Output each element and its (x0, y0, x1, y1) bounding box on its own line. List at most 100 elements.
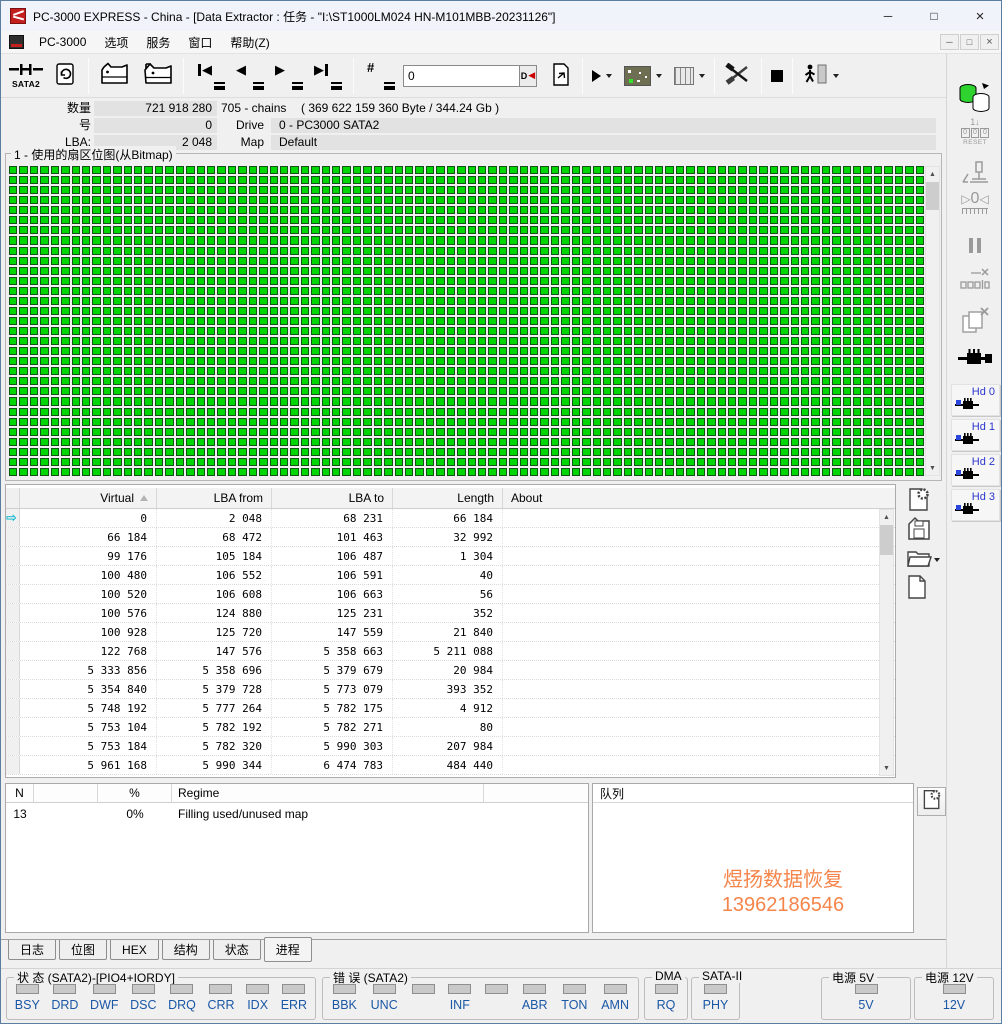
bitmap-cell[interactable] (686, 377, 695, 386)
bitmap-cell[interactable] (602, 387, 612, 396)
bitmap-cell[interactable] (352, 407, 362, 416)
bitmap-cell[interactable] (29, 166, 39, 175)
bitmap-cell[interactable] (279, 387, 289, 396)
bitmap-cell[interactable] (644, 327, 654, 336)
bitmap-cell[interactable] (102, 256, 112, 265)
bitmap-cell[interactable] (790, 347, 799, 356)
bitmap-cell[interactable] (217, 387, 226, 396)
bitmap-cell[interactable] (186, 316, 195, 326)
bitmap-cell[interactable] (467, 437, 476, 446)
bitmap-cell[interactable] (321, 316, 331, 326)
bitmap-cell[interactable] (425, 176, 435, 185)
bitmap-cell[interactable] (81, 357, 91, 366)
bitmap-cell[interactable] (61, 306, 70, 315)
bitmap-cell[interactable] (9, 327, 18, 336)
bitmap-cell[interactable] (81, 166, 91, 175)
bitmap-cell[interactable] (394, 417, 403, 426)
bitmap-cell[interactable] (717, 276, 726, 285)
bitmap-cell[interactable] (300, 427, 310, 436)
bitmap-cell[interactable] (29, 306, 39, 315)
decimal-toggle-button[interactable]: D ◀ (519, 64, 537, 87)
bitmap-cell[interactable] (842, 276, 852, 285)
bitmap-cell[interactable] (477, 467, 487, 476)
bitmap-cell[interactable] (332, 397, 341, 406)
bitmap-cell[interactable] (686, 327, 695, 336)
bitmap-cell[interactable] (300, 387, 310, 396)
bitmap-cell[interactable] (602, 467, 612, 476)
bitmap-cell[interactable] (300, 437, 310, 446)
bitmap-cell[interactable] (873, 236, 883, 245)
bitmap-cell[interactable] (561, 226, 570, 235)
bitmap-cell[interactable] (50, 337, 60, 346)
bitmap-cell[interactable] (623, 306, 633, 315)
bitmap-cell[interactable] (144, 437, 153, 446)
bitmap-cell[interactable] (154, 417, 164, 426)
bitmap-cell[interactable] (561, 387, 570, 396)
bitmap-cell[interactable] (894, 377, 904, 386)
bitmap-cell[interactable] (227, 417, 237, 426)
bitmap-cell[interactable] (769, 447, 779, 456)
bitmap-cell[interactable] (696, 437, 706, 446)
bitmap-cell[interactable] (404, 296, 414, 305)
bitmap-cell[interactable] (561, 286, 570, 295)
bitmap-cell[interactable] (707, 266, 716, 275)
bitmap-cell[interactable] (665, 467, 674, 476)
bitmap-cell[interactable] (780, 447, 789, 456)
bitmap-cell[interactable] (707, 176, 716, 185)
bitmap-cell[interactable] (373, 327, 383, 336)
bitmap-cell[interactable] (19, 226, 28, 235)
bitmap-cell[interactable] (675, 176, 685, 185)
bitmap-cell[interactable] (769, 256, 779, 265)
bitmap-cell[interactable] (602, 357, 612, 366)
process-row[interactable]: 13 0% Filling used/unused map (6, 803, 588, 824)
bitmap-cell[interactable] (634, 166, 643, 175)
bitmap-cell[interactable] (123, 427, 133, 436)
bitmap-cell[interactable] (457, 347, 466, 356)
bitmap-cell[interactable] (290, 387, 299, 396)
bitmap-cell[interactable] (321, 186, 331, 195)
bitmap-cell[interactable] (144, 226, 153, 235)
bitmap-cell[interactable] (602, 316, 612, 326)
bitmap-cell[interactable] (321, 166, 331, 175)
bitmap-cell[interactable] (550, 226, 560, 235)
bitmap-cell[interactable] (665, 276, 674, 285)
bitmap-cell[interactable] (759, 166, 768, 175)
bitmap-cell[interactable] (279, 226, 289, 235)
bitmap-cell[interactable] (675, 246, 685, 255)
bitmap-cell[interactable] (144, 327, 153, 336)
bitmap-cell[interactable] (300, 296, 310, 305)
bitmap-cell[interactable] (123, 216, 133, 225)
bitmap-cell[interactable] (613, 186, 622, 195)
bitmap-cell[interactable] (373, 266, 383, 275)
bitmap-cell[interactable] (373, 196, 383, 205)
bitmap-cell[interactable] (728, 417, 737, 426)
bitmap-cell[interactable] (759, 236, 768, 245)
chain-row[interactable]: 5 753 184 5 782 320 5 990 303 207 984 (6, 737, 895, 756)
bitmap-cell[interactable] (707, 186, 716, 195)
bitmap-cell[interactable] (863, 286, 872, 295)
bitmap-cell[interactable] (550, 427, 560, 436)
bitmap-cell[interactable] (154, 327, 164, 336)
bitmap-cell[interactable] (269, 266, 278, 275)
bitmap-cell[interactable] (259, 226, 268, 235)
bitmap-cell[interactable] (738, 447, 747, 456)
bitmap-cell[interactable] (561, 367, 570, 376)
bitmap-cell[interactable] (519, 206, 529, 215)
bitmap-cell[interactable] (227, 457, 237, 466)
bitmap-cell[interactable] (738, 407, 747, 416)
bitmap-cell[interactable] (863, 236, 872, 245)
bitmap-cell[interactable] (40, 216, 49, 225)
bitmap-cell[interactable] (884, 186, 893, 195)
bitmap-cell[interactable] (696, 357, 706, 366)
bitmap-cell[interactable] (436, 417, 445, 426)
bitmap-cell[interactable] (894, 226, 904, 235)
bitmap-cell[interactable] (311, 407, 320, 416)
bitmap-cell[interactable] (206, 397, 216, 406)
bitmap-cell[interactable] (644, 347, 654, 356)
bitmap-cell[interactable] (457, 266, 466, 275)
bitmap-cell[interactable] (602, 276, 612, 285)
bitmap-cell[interactable] (800, 437, 810, 446)
bitmap-cell[interactable] (853, 306, 862, 315)
bitmap-cell[interactable] (113, 176, 122, 185)
bitmap-cell[interactable] (894, 256, 904, 265)
